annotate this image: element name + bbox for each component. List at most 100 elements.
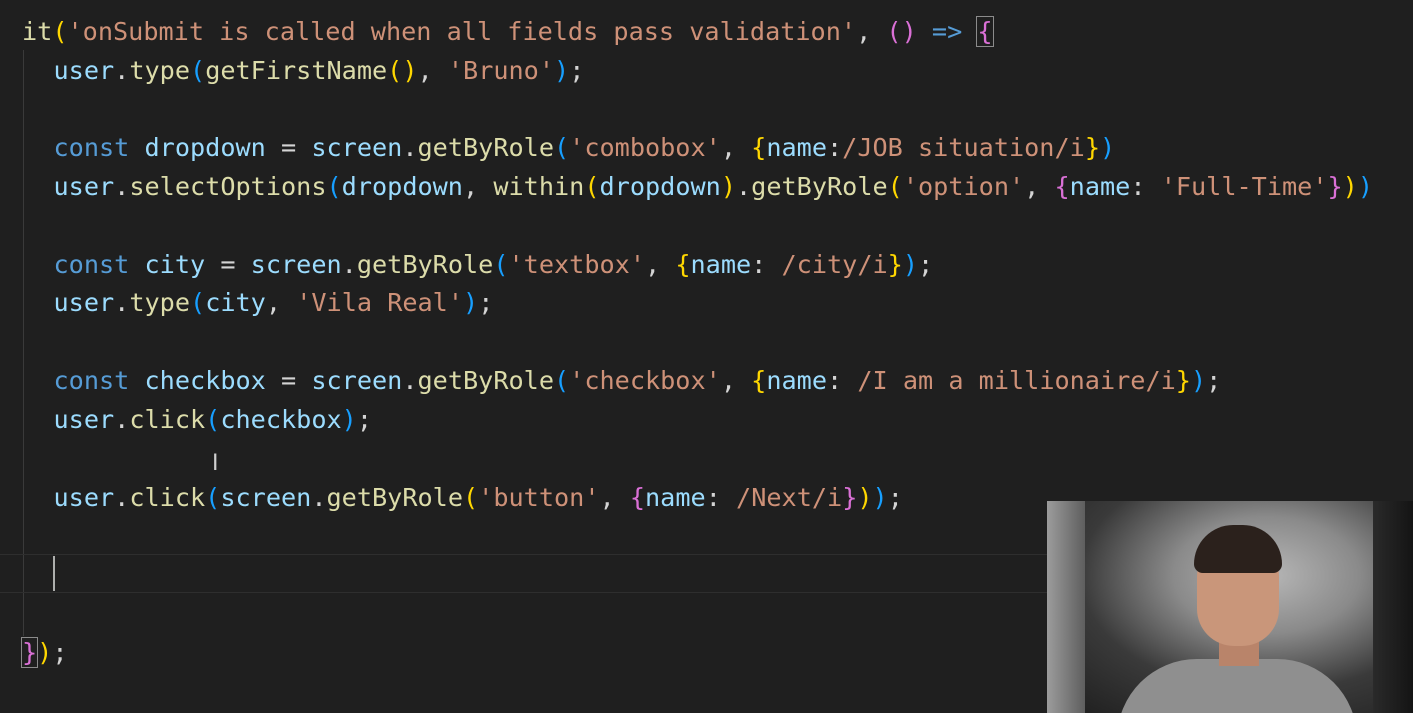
code-line-11[interactable]: user.click(checkbox); bbox=[22, 400, 373, 439]
code-line-10[interactable]: const checkbox = screen.getByRole('check… bbox=[22, 361, 1222, 400]
token-string: 'Vila Real' bbox=[296, 288, 464, 317]
token-dot: . bbox=[402, 366, 418, 395]
token-it: it bbox=[22, 17, 53, 46]
token-comma: , bbox=[720, 133, 752, 162]
token-method: getByRole bbox=[751, 172, 888, 201]
token-eq: = bbox=[265, 366, 312, 395]
token-var: user bbox=[53, 483, 115, 512]
token-dot: . bbox=[114, 288, 130, 317]
code-line-8[interactable]: user.type(city, 'Vila Real'); bbox=[22, 283, 494, 322]
token-var: screen bbox=[311, 366, 403, 395]
current-line-highlight bbox=[0, 554, 1047, 593]
token-var: checkbox bbox=[220, 405, 342, 434]
token-key: name bbox=[766, 366, 827, 395]
token-string: 'button' bbox=[478, 483, 600, 512]
token-colon: : bbox=[827, 366, 858, 395]
token-method: getByRole bbox=[326, 483, 463, 512]
token-key: name bbox=[1069, 172, 1131, 201]
token-comma: , bbox=[417, 56, 448, 85]
token-paren: ) bbox=[463, 288, 479, 317]
token-string: 'Full-Time' bbox=[1160, 172, 1328, 201]
token-var: screen bbox=[250, 250, 342, 279]
code-line-4[interactable]: const dropdown = screen.getByRole('combo… bbox=[22, 128, 1116, 167]
token-method: getByRole bbox=[356, 250, 494, 279]
token-colon: : bbox=[1130, 172, 1161, 201]
token-var: city bbox=[144, 250, 206, 279]
token-colon: : bbox=[751, 250, 782, 279]
token-var: screen bbox=[220, 483, 312, 512]
text-caret bbox=[53, 556, 55, 591]
code-line-13[interactable]: user.click(screen.getByRole('button', {n… bbox=[22, 478, 903, 517]
token-paren: ( bbox=[205, 405, 221, 434]
token-paren: ( bbox=[326, 172, 342, 201]
presenter-shirt bbox=[1117, 659, 1357, 713]
token-dot: . bbox=[341, 250, 357, 279]
token-dot: . bbox=[114, 483, 130, 512]
token-paren: ) bbox=[857, 483, 873, 512]
token-var: user bbox=[53, 288, 115, 317]
token-semicolon: ; bbox=[52, 638, 68, 667]
token-var: dropdown bbox=[599, 172, 721, 201]
token-paren: ( bbox=[190, 56, 206, 85]
token-paren: ) bbox=[1357, 172, 1374, 201]
token-method: getByRole bbox=[417, 366, 554, 395]
token-paren: ) bbox=[341, 405, 357, 434]
code-line-7[interactable]: const city = screen.getByRole('textbox',… bbox=[22, 245, 934, 284]
token-regex: /city/i bbox=[781, 250, 888, 279]
token-paren: ( bbox=[493, 250, 509, 279]
token-key: name bbox=[766, 133, 827, 162]
code-line-1[interactable]: it('onSubmit is called when all fields p… bbox=[22, 12, 994, 51]
token-string: 'onSubmit is called when all fields pass… bbox=[67, 17, 857, 46]
text-ibeam-cursor-icon: Ⅰ bbox=[212, 451, 219, 476]
token-comma: , bbox=[1024, 172, 1055, 201]
token-semicolon: ; bbox=[1206, 366, 1222, 395]
token-paren: ) bbox=[1342, 172, 1358, 201]
token-var: dropdown bbox=[144, 133, 266, 162]
token-keyword: const bbox=[53, 366, 130, 395]
code-line-2[interactable]: user.type(getFirstName(), 'Bruno'); bbox=[22, 51, 585, 90]
background-panel bbox=[1373, 501, 1413, 713]
token-paren: () bbox=[387, 56, 418, 85]
token-method: type bbox=[129, 288, 191, 317]
token-string: 'combobox' bbox=[569, 133, 721, 162]
token-paren: ) bbox=[720, 172, 736, 201]
token-brace-matched: } bbox=[20, 637, 39, 668]
token-comma: , bbox=[644, 250, 676, 279]
token-var: screen bbox=[311, 133, 403, 162]
token-dot: . bbox=[114, 56, 130, 85]
token-brace: { bbox=[629, 483, 646, 512]
token-brace-matched: { bbox=[976, 16, 994, 47]
token-semicolon: ; bbox=[356, 405, 373, 434]
token-regex: /Next/i bbox=[736, 483, 843, 512]
token-var: user bbox=[53, 172, 115, 201]
token-paren: ) bbox=[902, 250, 919, 279]
token-colon: : bbox=[705, 483, 737, 512]
token-paren: ) bbox=[872, 483, 888, 512]
token-brace: } bbox=[1327, 172, 1343, 201]
token-keyword: const bbox=[53, 133, 130, 162]
token-method: click bbox=[129, 405, 206, 434]
token-var: checkbox bbox=[144, 366, 266, 395]
token-key: name bbox=[645, 483, 706, 512]
token-eq: = bbox=[265, 133, 312, 162]
token-dot: . bbox=[402, 133, 418, 162]
token-method: selectOptions bbox=[129, 172, 327, 201]
token-paren: ) bbox=[554, 56, 570, 85]
token-brace: } bbox=[842, 483, 858, 512]
token-dot: . bbox=[114, 405, 130, 434]
token-string: 'checkbox' bbox=[569, 366, 721, 395]
token-regex: /JOB situation/i bbox=[842, 133, 1085, 162]
token-key: name bbox=[690, 250, 752, 279]
token-semicolon: ; bbox=[918, 250, 934, 279]
token-brace: { bbox=[1054, 172, 1070, 201]
code-line-5[interactable]: user.selectOptions(dropdown, within(drop… bbox=[22, 167, 1374, 206]
token-paren: ) bbox=[1099, 133, 1116, 162]
token-semicolon: ; bbox=[569, 56, 585, 85]
code-editor[interactable]: it ( 'onSubmit is called when all fields p… bbox=[0, 0, 1413, 713]
token-paren: ( bbox=[205, 483, 221, 512]
code-line-16[interactable]: }); bbox=[20, 633, 68, 672]
token-fn: getFirstName bbox=[205, 56, 388, 85]
token-string: 'Bruno' bbox=[447, 56, 555, 85]
token-regex: /I am a millionaire/i bbox=[857, 366, 1176, 395]
token-arrow: => bbox=[916, 17, 978, 46]
